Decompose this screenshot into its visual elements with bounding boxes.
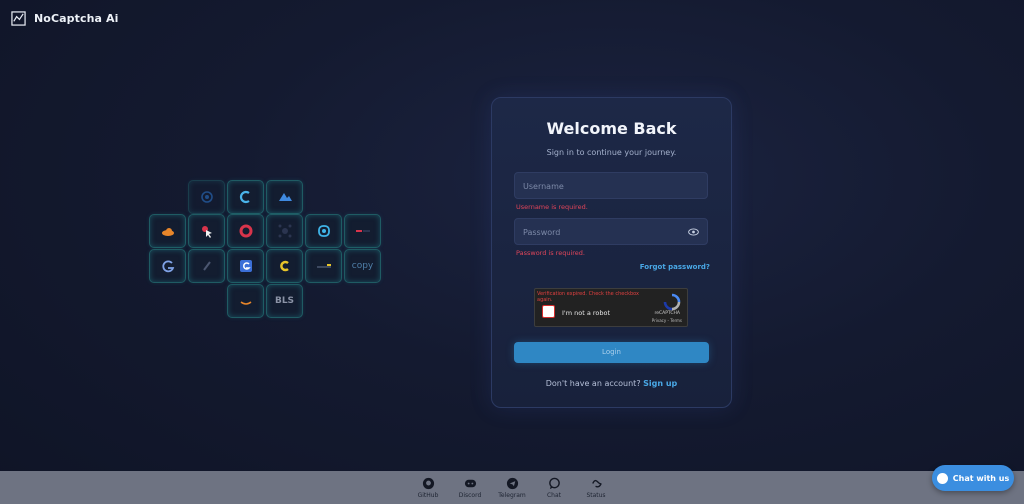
footer-status[interactable]: Status	[581, 477, 611, 499]
d-logo-icon	[305, 214, 342, 248]
signup-row: Don't have an account? Sign up	[492, 379, 731, 388]
footer-discord[interactable]: Discord	[455, 477, 485, 499]
captcha-warning: Verification expired. Check the checkbox…	[537, 291, 640, 303]
github-icon	[422, 477, 434, 489]
feather-icon	[188, 249, 225, 283]
captcha-label: I'm not a robot	[562, 309, 611, 317]
password-error: Password is required.	[516, 249, 585, 257]
bls-tile: BLS	[266, 284, 303, 318]
swirl-icon	[149, 249, 186, 283]
click-icon	[188, 214, 225, 248]
copy-tile: copy	[344, 249, 381, 283]
page-subtitle: Sign in to continue your journey.	[546, 148, 677, 157]
brand[interactable]: NoCaptcha Ai	[11, 11, 118, 26]
captcha-checkbox[interactable]	[542, 305, 555, 318]
status-icon	[591, 479, 602, 488]
signup-link[interactable]: Sign up	[643, 379, 677, 388]
telegram-icon	[506, 477, 518, 489]
cloudflare-icon	[149, 214, 186, 248]
password-placeholder: Password	[523, 228, 561, 237]
logo-icon	[11, 11, 26, 26]
chat-widget-label: Chat with us	[952, 473, 1010, 483]
g-badge-icon	[227, 249, 264, 283]
chat-icon	[936, 472, 948, 484]
amazon-icon	[227, 284, 264, 318]
recaptcha-terms[interactable]: Privacy - Terms	[652, 318, 682, 323]
spiral-icon	[188, 180, 225, 214]
chat-bubble-icon	[548, 477, 560, 489]
password-input[interactable]: Password	[514, 218, 708, 245]
footer-label-telegram: Telegram	[498, 491, 526, 499]
network-icon	[266, 214, 303, 248]
footer-label-discord: Discord	[458, 491, 482, 499]
chat-widget-button[interactable]: Chat with us	[932, 465, 1014, 491]
eye-icon[interactable]	[688, 228, 699, 236]
discord-icon	[464, 479, 476, 487]
page-title: Welcome Back	[546, 119, 677, 138]
username-input[interactable]: Username	[514, 172, 708, 199]
yellow-c-icon	[266, 249, 303, 283]
forgot-password-link[interactable]: Forgot password?	[640, 263, 710, 271]
footer-github[interactable]: GitHub	[413, 477, 443, 499]
red-bar-icon	[344, 214, 381, 248]
cursor-c-icon	[227, 180, 264, 214]
recaptcha-brand: reCAPTCHA	[654, 311, 680, 316]
red-ring-icon	[227, 214, 264, 248]
footer-label-github: GitHub	[417, 491, 439, 499]
footer-bar: GitHub Discord Telegram Chat Status	[0, 471, 1024, 504]
dash-icon	[305, 249, 342, 283]
mountain-icon	[266, 180, 303, 214]
footer-label-chat: Chat	[546, 491, 562, 499]
recaptcha-icon	[663, 293, 681, 311]
login-button[interactable]: Login	[514, 342, 709, 363]
footer-chat[interactable]: Chat	[539, 477, 569, 499]
captcha-provider-grid: copy BLS	[149, 180, 383, 318]
footer-label-status: Status	[586, 491, 606, 499]
login-card: Welcome Back Sign in to continue your jo…	[491, 97, 732, 408]
signup-prompt: Don't have an account?	[545, 379, 641, 388]
recaptcha-widget: Verification expired. Check the checkbox…	[534, 288, 688, 327]
username-error: Username is required.	[516, 203, 588, 211]
brand-name: NoCaptcha Ai	[34, 12, 119, 25]
footer-telegram[interactable]: Telegram	[497, 477, 527, 499]
